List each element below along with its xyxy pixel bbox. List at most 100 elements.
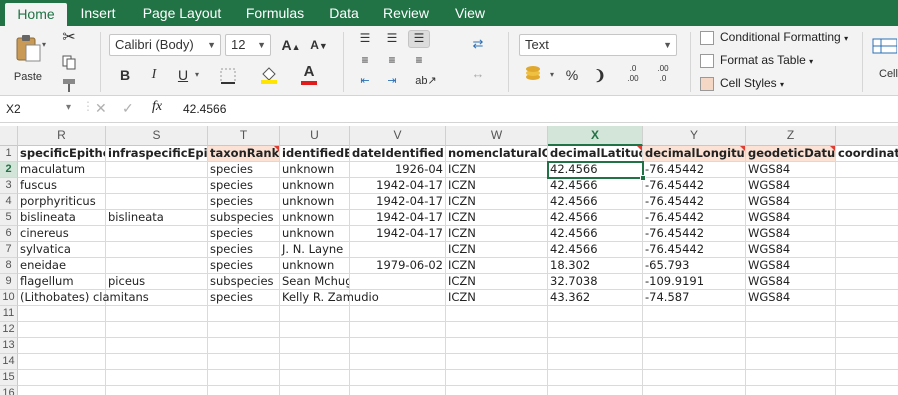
table-cell[interactable]: species [208, 194, 280, 210]
table-cell[interactable] [18, 386, 106, 395]
table-cell[interactable] [836, 338, 898, 354]
table-cell[interactable]: ICZN [446, 162, 548, 178]
table-cell[interactable] [548, 306, 643, 322]
table-cell[interactable]: WGS84 [746, 210, 836, 226]
underline-dropdown-icon[interactable]: ▾ [195, 70, 199, 79]
table-cell[interactable]: flagellum [18, 274, 106, 290]
table-cell[interactable] [18, 370, 106, 386]
header-cell[interactable]: taxonRank [208, 146, 280, 162]
table-cell[interactable]: -76.45442 [643, 210, 746, 226]
row-header[interactable]: 7 [0, 242, 18, 258]
table-cell[interactable] [208, 306, 280, 322]
table-cell[interactable]: (Lithobates) clamitans [18, 290, 149, 306]
cells-group-button[interactable]: Cell [870, 32, 898, 92]
row-header[interactable]: 13 [0, 338, 18, 354]
table-cell[interactable]: unknown [280, 258, 350, 274]
font-name-select[interactable]: Calibri (Body) ▼ [109, 34, 221, 56]
table-cell[interactable] [446, 322, 548, 338]
table-cell[interactable]: WGS84 [746, 290, 836, 306]
tab-data[interactable]: Data [322, 0, 366, 26]
table-cell[interactable] [280, 370, 350, 386]
table-cell[interactable]: WGS84 [746, 162, 836, 178]
align-left-icon[interactable]: ≡ [354, 52, 376, 70]
formula-input[interactable]: 42.4566 [183, 102, 226, 116]
table-cell[interactable]: species [208, 290, 280, 306]
table-cell[interactable] [746, 322, 836, 338]
column-header[interactable]: Z [746, 126, 836, 146]
name-box[interactable]: X2 [6, 102, 21, 116]
header-cell[interactable]: specificEpithet [18, 146, 106, 162]
column-header[interactable]: U [280, 126, 350, 146]
table-cell[interactable] [350, 338, 446, 354]
table-cell[interactable]: -76.45442 [643, 226, 746, 242]
orientation-icon[interactable]: ab↗ [412, 73, 440, 91]
table-cell[interactable] [280, 354, 350, 370]
table-cell[interactable] [836, 162, 898, 178]
table-cell[interactable] [18, 354, 106, 370]
table-cell[interactable] [836, 322, 898, 338]
table-cell[interactable]: J. N. Layne [280, 242, 350, 258]
table-cell[interactable] [106, 242, 208, 258]
table-cell[interactable]: 42.4566 [548, 226, 643, 242]
align-middle-icon[interactable]: ☰ [381, 30, 403, 48]
tab-view[interactable]: View [446, 0, 494, 26]
table-cell[interactable] [280, 338, 350, 354]
table-cell[interactable]: piceus [106, 274, 208, 290]
column-header[interactable]: T [208, 126, 280, 146]
table-cell[interactable]: -76.45442 [643, 162, 746, 178]
table-cell[interactable] [106, 226, 208, 242]
table-cell[interactable]: species [208, 242, 280, 258]
table-cell[interactable] [643, 386, 746, 395]
table-cell[interactable]: -109.9191 [643, 274, 746, 290]
row-header[interactable]: 10 [0, 290, 18, 306]
row-header[interactable]: 2 [0, 162, 18, 178]
table-cell[interactable] [106, 322, 208, 338]
column-header[interactable]: R [18, 126, 106, 146]
table-cell[interactable]: 1926-04 [350, 162, 446, 178]
table-cell[interactable]: ICZN [446, 210, 548, 226]
table-cell[interactable]: unknown [280, 194, 350, 210]
tab-home[interactable]: Home [5, 3, 67, 26]
table-cell[interactable]: subspecies [208, 210, 280, 226]
table-cell[interactable]: 1942-04-17 [350, 226, 446, 242]
merge-center-icon[interactable]: ↔ [467, 64, 489, 86]
table-cell[interactable]: 1942-04-17 [350, 210, 446, 226]
increase-font-size-button[interactable]: A▲ [279, 35, 303, 55]
row-header[interactable]: 6 [0, 226, 18, 242]
table-cell[interactable]: unknown [280, 178, 350, 194]
header-cell[interactable]: identifiedBy [280, 146, 350, 162]
table-cell[interactable] [18, 338, 106, 354]
row-header[interactable]: 9 [0, 274, 18, 290]
table-cell[interactable] [106, 354, 208, 370]
table-cell[interactable]: unknown [280, 162, 350, 178]
table-cell[interactable] [746, 306, 836, 322]
column-header[interactable]: W [446, 126, 548, 146]
format-as-table-button[interactable]: Format as Table ▾ [700, 53, 813, 68]
table-cell[interactable] [746, 354, 836, 370]
table-cell[interactable]: -74.587 [643, 290, 746, 306]
tab-formulas[interactable]: Formulas [238, 0, 312, 26]
column-header[interactable] [836, 126, 898, 146]
column-header[interactable]: X [548, 126, 643, 146]
table-cell[interactable] [836, 274, 898, 290]
table-cell[interactable]: ICZN [446, 290, 548, 306]
table-cell[interactable] [446, 370, 548, 386]
cut-icon[interactable]: ✂ [58, 28, 80, 48]
table-cell[interactable] [208, 370, 280, 386]
header-cell[interactable]: nomenclaturalCode [446, 146, 548, 162]
name-box-dropdown-icon[interactable]: ▾ [66, 102, 71, 113]
bold-button[interactable]: B [113, 64, 137, 86]
align-center-icon[interactable]: ≡ [381, 52, 403, 70]
fill-color-icon[interactable] [256, 62, 282, 86]
table-cell[interactable]: unknown [280, 210, 350, 226]
align-right-icon[interactable]: ≡ [408, 52, 430, 70]
table-cell[interactable] [208, 338, 280, 354]
table-cell[interactable]: 42.4566 [548, 242, 643, 258]
table-cell[interactable] [446, 306, 548, 322]
increase-indent-icon[interactable]: ⇥ [381, 73, 403, 91]
increase-decimal-button[interactable]: .0 .00 [620, 63, 646, 87]
tab-review[interactable]: Review [376, 0, 436, 26]
table-cell[interactable] [280, 306, 350, 322]
header-cell[interactable]: infraspecificEpithet [106, 146, 208, 162]
table-cell[interactable] [106, 338, 208, 354]
